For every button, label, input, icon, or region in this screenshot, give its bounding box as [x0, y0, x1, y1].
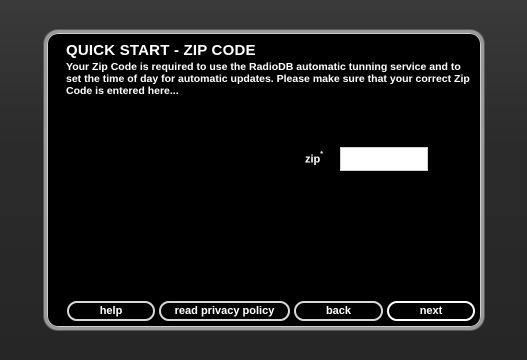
- zip-label: zip*: [305, 151, 324, 166]
- quick-start-dialog: QUICK START - ZIP CODE Your Zip Code is …: [44, 30, 484, 330]
- back-button[interactable]: back: [294, 301, 383, 321]
- privacy-policy-button[interactable]: read privacy policy: [159, 301, 290, 321]
- zip-label-text: zip: [305, 153, 321, 166]
- next-button[interactable]: next: [387, 301, 475, 321]
- dialog-description: Your Zip Code is required to use the Rad…: [66, 61, 470, 97]
- dialog-title: QUICK START - ZIP CODE: [66, 42, 256, 59]
- zip-code-input[interactable]: [340, 147, 428, 171]
- required-asterisk: *: [320, 151, 324, 158]
- help-button[interactable]: help: [67, 301, 155, 321]
